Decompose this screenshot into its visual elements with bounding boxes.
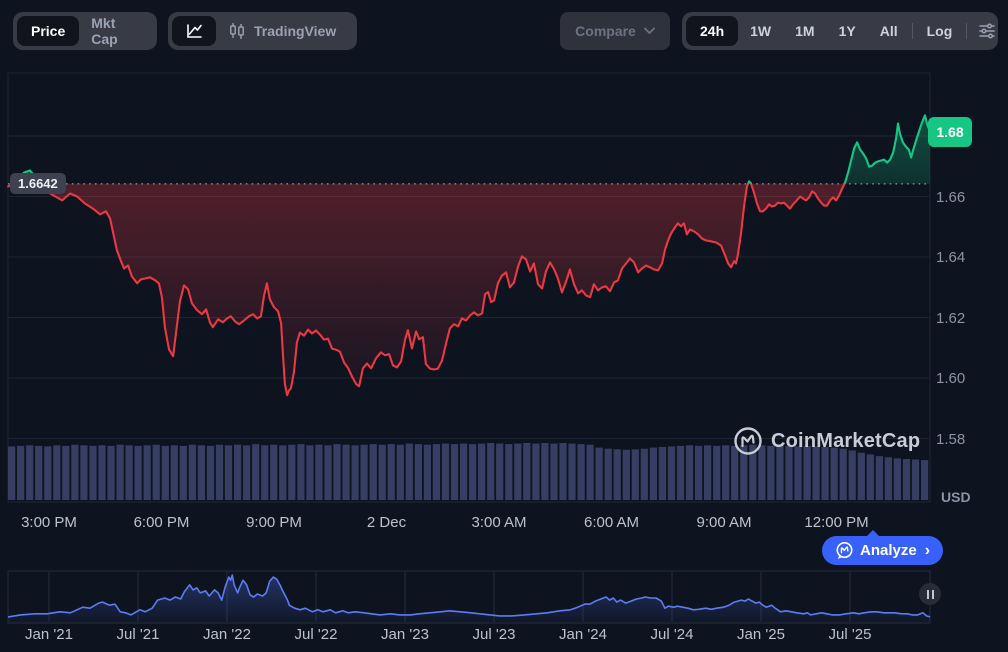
minimap-axis-label: Jul '22 <box>295 626 338 643</box>
mktcap-tab[interactable]: Mkt Cap <box>79 16 153 46</box>
y-axis-label: 1.66 <box>936 189 965 206</box>
x-axis-label: 2 Dec <box>367 514 406 531</box>
x-axis-label: 9:00 AM <box>696 514 751 531</box>
divider <box>966 23 967 39</box>
minimap-axis-label: Jul '25 <box>829 626 872 643</box>
minimap-axis-label: Jan '21 <box>25 626 73 643</box>
candlestick-icon <box>228 21 246 41</box>
log-scale-button[interactable]: Log <box>915 16 965 46</box>
minimap-axis-label: Jan '25 <box>737 626 785 643</box>
range-button-24h[interactable]: 24h <box>686 16 738 46</box>
chart-settings-button[interactable] <box>969 16 1005 46</box>
tradingview-tab[interactable]: TradingView <box>216 16 348 46</box>
minimap-axis-label: Jan '22 <box>203 626 251 643</box>
currency-label: USD <box>941 489 971 505</box>
range-button-all[interactable]: All <box>868 16 910 46</box>
coinmarketcap-watermark: CoinMarketCap <box>733 426 920 456</box>
compare-label: Compare <box>575 23 636 39</box>
line-chart-icon <box>184 21 204 41</box>
tradingview-label: TradingView <box>254 23 336 39</box>
line-chart-tab[interactable] <box>172 16 216 46</box>
y-axis-label: 1.64 <box>936 249 965 266</box>
minimap-axis-label: Jan '24 <box>559 626 607 643</box>
open-price-label: 1.6642 <box>10 173 66 194</box>
x-axis-label: 6:00 PM <box>134 514 190 531</box>
analyze-label: Analyze <box>860 542 917 559</box>
cmc-price-chart-page: Price Mkt Cap TradingView Compare <box>0 0 1008 652</box>
price-mktcap-toggle: Price Mkt Cap <box>13 12 157 50</box>
chevron-down-icon <box>644 27 655 35</box>
range-button-1w[interactable]: 1W <box>738 16 783 46</box>
x-axis-label: 9:00 PM <box>246 514 302 531</box>
range-button-1y[interactable]: 1Y <box>827 16 868 46</box>
divider <box>912 23 913 39</box>
chevron-right-icon: › <box>925 542 930 560</box>
x-axis-label: 12:00 PM <box>804 514 868 531</box>
x-axis-label: 3:00 AM <box>471 514 526 531</box>
y-axis-label: 1.62 <box>936 310 965 327</box>
minimap-axis-label: Jul '23 <box>473 626 516 643</box>
minimap-scrub-handle[interactable] <box>919 583 941 605</box>
minimap-axis-label: Jul '24 <box>651 626 694 643</box>
y-axis-label: 1.60 <box>936 370 965 387</box>
minimap-axis-label: Jan '23 <box>381 626 429 643</box>
x-axis-label: 3:00 PM <box>21 514 77 531</box>
chart-type-toggle: TradingView <box>168 12 357 50</box>
last-price-badge: 1.68 <box>928 117 972 147</box>
range-button-1m[interactable]: 1M <box>783 16 826 46</box>
cmc-chat-logo-icon <box>835 541 854 560</box>
minimap-axis-label: Jul '21 <box>117 626 160 643</box>
range-selector: 24h1W1M1YAll Log <box>682 12 998 50</box>
compare-button[interactable]: Compare <box>560 12 670 50</box>
analyze-button[interactable]: Analyze › <box>822 536 943 565</box>
sliders-icon <box>977 21 997 41</box>
price-tab[interactable]: Price <box>17 16 79 46</box>
y-axis-label: 1.58 <box>936 431 965 448</box>
coinmarketcap-logo-icon <box>733 426 763 456</box>
x-axis-label: 6:00 AM <box>584 514 639 531</box>
watermark-text: CoinMarketCap <box>771 430 920 453</box>
